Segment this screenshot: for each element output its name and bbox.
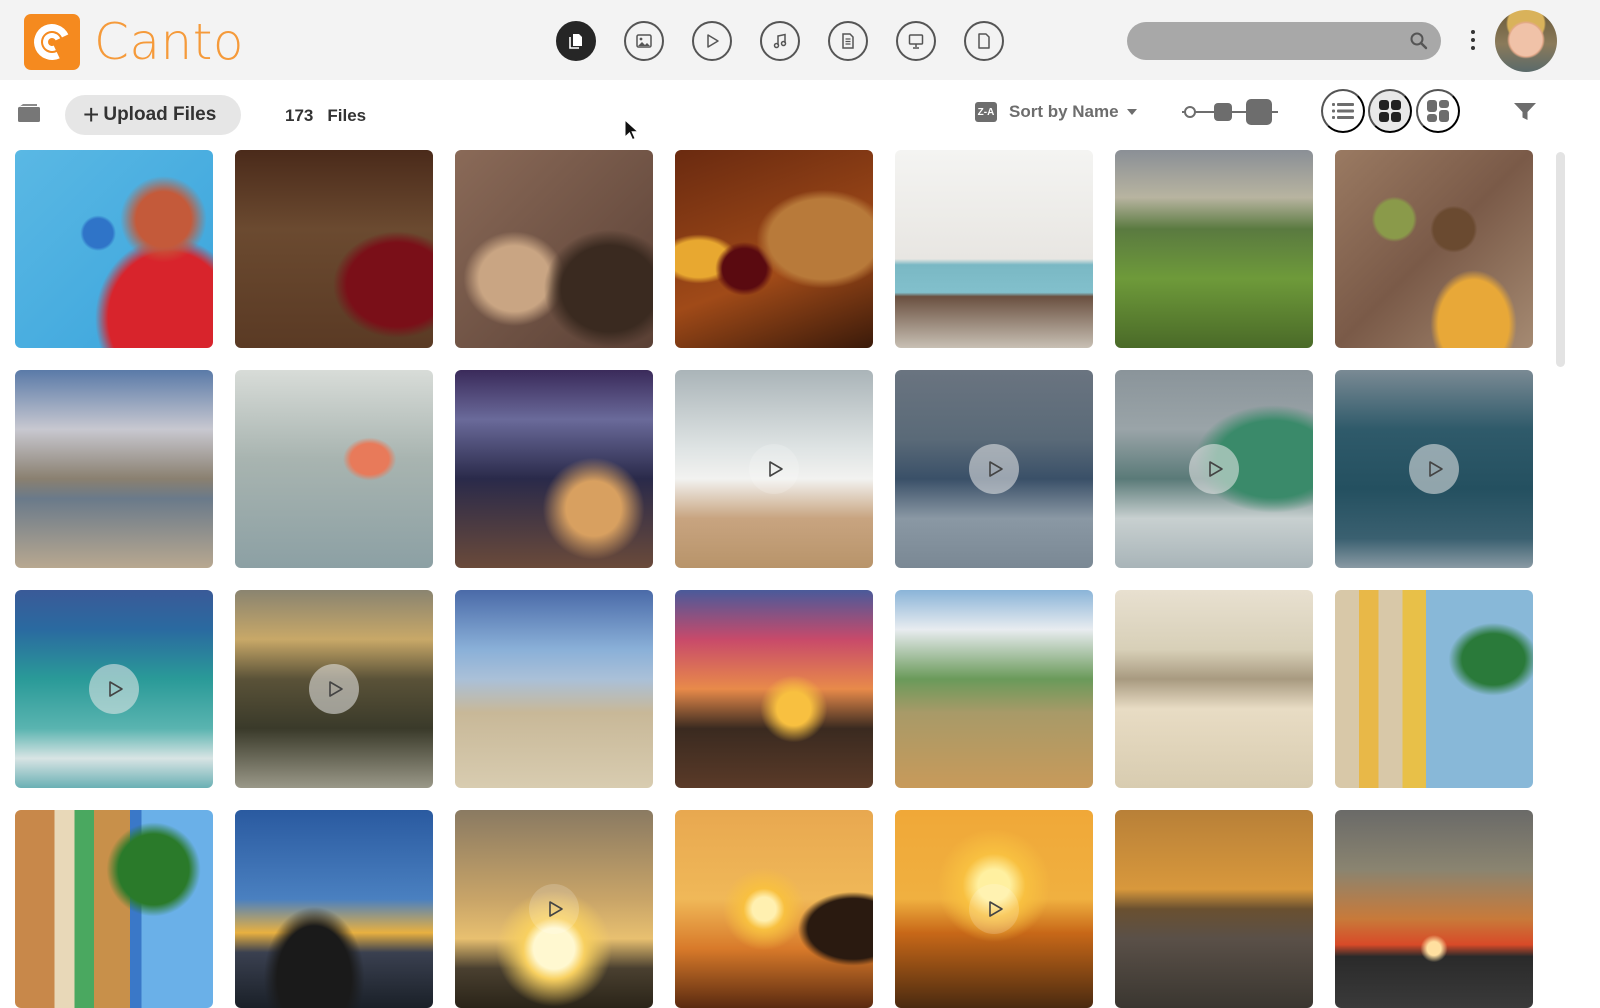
image-thumbnail[interactable] <box>1115 810 1313 1008</box>
video-thumbnail[interactable] <box>1115 370 1313 568</box>
plus-icon: + <box>83 99 100 130</box>
sort-dropdown[interactable]: Z-A Sort by Name <box>975 102 1137 122</box>
video-thumbnail[interactable] <box>675 370 873 568</box>
music-icon <box>773 33 787 49</box>
image-thumbnail[interactable] <box>235 370 433 568</box>
image-thumbnail[interactable] <box>235 810 433 1008</box>
size-medium-stop[interactable] <box>1214 103 1232 121</box>
sort-direction-icon[interactable]: Z-A <box>975 102 997 122</box>
play-icon <box>988 901 1003 917</box>
image-thumbnail[interactable] <box>455 370 653 568</box>
play-icon <box>328 681 343 697</box>
play-overlay-button[interactable] <box>969 444 1019 494</box>
image-thumbnail[interactable] <box>1335 590 1533 788</box>
user-avatar[interactable] <box>1495 10 1557 72</box>
image-thumbnail[interactable] <box>15 370 213 568</box>
image-thumbnail[interactable] <box>235 150 433 348</box>
brand-name: Canto <box>94 13 244 71</box>
filter-documents-button[interactable] <box>828 21 868 61</box>
image-thumbnail[interactable] <box>675 590 873 788</box>
play-icon <box>707 34 719 48</box>
toolbar: + Upload Files 173 Files Z-A Sort by Nam… <box>0 80 1600 144</box>
image-thumbnail[interactable] <box>675 810 873 1008</box>
folder-icon[interactable] <box>17 102 41 124</box>
image-thumbnail[interactable] <box>675 150 873 348</box>
files-icon <box>569 34 582 49</box>
chevron-down-icon <box>1126 109 1137 115</box>
play-overlay-button[interactable] <box>529 884 579 934</box>
play-icon <box>988 461 1003 477</box>
play-overlay-button[interactable] <box>749 444 799 494</box>
size-small-stop[interactable] <box>1184 106 1196 118</box>
file-count-value: 173 <box>285 106 314 125</box>
presentation-icon <box>908 34 924 49</box>
image-thumbnail[interactable] <box>895 590 1093 788</box>
filter-images-button[interactable] <box>624 21 664 61</box>
search-bar <box>1127 22 1441 60</box>
filter-audio-button[interactable] <box>760 21 800 61</box>
image-thumbnail[interactable] <box>1335 150 1533 348</box>
file-type-filters <box>556 21 1004 61</box>
scrollbar[interactable] <box>1554 150 1566 1005</box>
play-icon <box>768 461 783 477</box>
video-thumbnail[interactable] <box>15 590 213 788</box>
search-icon[interactable] <box>1409 31 1429 51</box>
list-icon <box>1332 103 1354 119</box>
canto-logo[interactable]: Canto <box>24 14 244 70</box>
file-icon <box>978 33 990 49</box>
more-menu-kebab-icon[interactable] <box>1466 28 1480 52</box>
play-icon <box>108 681 123 697</box>
video-thumbnail[interactable] <box>1335 370 1533 568</box>
image-thumbnail[interactable] <box>1115 590 1313 788</box>
image-thumbnail[interactable] <box>895 150 1093 348</box>
filter-presentations-button[interactable] <box>896 21 936 61</box>
play-icon <box>1428 461 1443 477</box>
grid-view-button[interactable] <box>1368 89 1412 133</box>
upload-files-button[interactable]: + Upload Files <box>65 95 241 135</box>
upload-files-label: Upload Files <box>103 104 217 125</box>
video-thumbnail[interactable] <box>455 810 653 1008</box>
video-thumbnail[interactable] <box>235 590 433 788</box>
play-overlay-button[interactable] <box>89 664 139 714</box>
filter-others-button[interactable] <box>964 21 1004 61</box>
grid-icon <box>1379 100 1401 122</box>
size-large-stop[interactable] <box>1246 99 1272 125</box>
image-icon <box>636 34 652 48</box>
filter-icon[interactable] <box>1513 102 1537 122</box>
app-header: Canto <box>0 0 1600 80</box>
document-icon <box>842 33 854 49</box>
search-input[interactable] <box>1145 22 1405 60</box>
video-thumbnail[interactable] <box>895 810 1093 1008</box>
scrollbar-thumb[interactable] <box>1556 152 1565 367</box>
play-overlay-button[interactable] <box>969 884 1019 934</box>
image-thumbnail[interactable] <box>1115 150 1313 348</box>
sort-label: Sort by Name <box>1009 102 1119 121</box>
file-count-label: Files <box>327 106 367 125</box>
image-thumbnail[interactable] <box>1335 810 1533 1008</box>
play-overlay-button[interactable] <box>1189 444 1239 494</box>
filter-all-files-button[interactable] <box>556 21 596 61</box>
play-overlay-button[interactable] <box>309 664 359 714</box>
image-thumbnail[interactable] <box>455 590 653 788</box>
video-thumbnail[interactable] <box>895 370 1093 568</box>
canto-logo-mark-icon <box>24 14 80 70</box>
image-thumbnail[interactable] <box>15 150 213 348</box>
asset-grid <box>15 150 1535 1008</box>
play-overlay-button[interactable] <box>1409 444 1459 494</box>
mouse-cursor-icon <box>624 119 638 141</box>
image-thumbnail[interactable] <box>15 810 213 1008</box>
file-count: 173 Files <box>285 106 366 126</box>
play-icon <box>548 901 563 917</box>
masonry-icon <box>1427 100 1449 122</box>
play-icon <box>1208 461 1223 477</box>
image-thumbnail[interactable] <box>455 150 653 348</box>
filter-videos-button[interactable] <box>692 21 732 61</box>
masonry-view-button[interactable] <box>1416 89 1460 133</box>
thumbnail-size-slider[interactable] <box>1180 98 1280 126</box>
list-view-button[interactable] <box>1321 89 1365 133</box>
